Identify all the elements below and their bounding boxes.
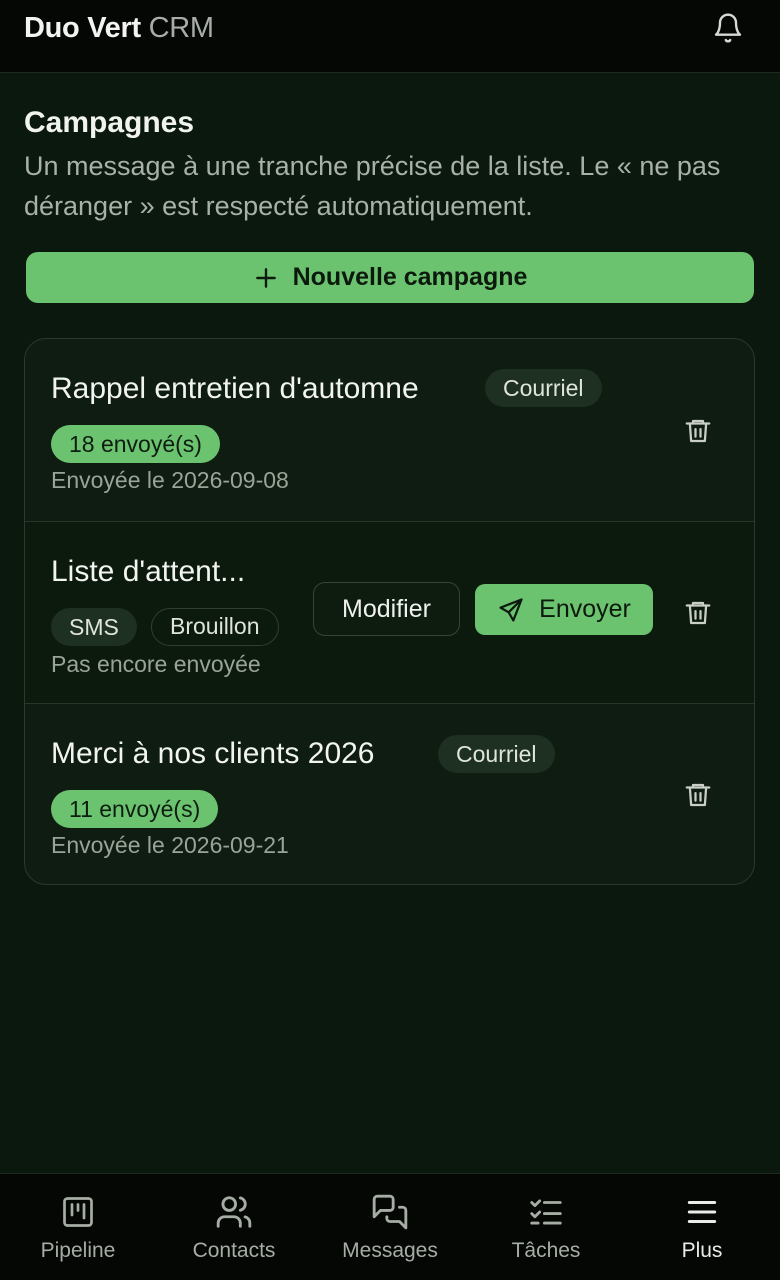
brand-name: Duo Vert [24, 12, 141, 44]
plus-icon [253, 265, 279, 291]
campaign-row[interactable]: Merci à nos clients 2026 Courriel 11 env… [25, 703, 754, 884]
sent-count-badge: 18 envoyé(s) [51, 425, 220, 463]
campaign-list: Rappel entretien d'automne Courriel 18 e… [24, 338, 755, 885]
campaign-status: Envoyée le 2026-09-21 [51, 832, 289, 858]
nav-label: Plus [681, 1239, 723, 1262]
campaign-name: Rappel entretien d'automne [51, 372, 419, 405]
brand-suffix: CRM [148, 12, 214, 44]
nav-label: Tâches [511, 1239, 581, 1262]
new-campaign-button[interactable]: Nouvelle campagne [26, 252, 754, 303]
page-title: Campagnes [24, 106, 195, 139]
campaign-status: Envoyée le 2026-09-08 [51, 467, 289, 493]
kanban-icon [58, 1192, 98, 1232]
nav-label: Pipeline [40, 1239, 116, 1262]
trash-icon [685, 783, 711, 807]
send-campaign-button[interactable]: Envoyer [475, 584, 653, 635]
campaign-name: Merci à nos clients 2026 [51, 737, 375, 770]
bell-icon [714, 13, 742, 43]
campaign-status: Pas encore envoyée [51, 651, 261, 677]
delete-campaign-button[interactable] [681, 596, 715, 630]
nav-item-messages[interactable]: Messages [312, 1174, 468, 1280]
checklist-icon [526, 1192, 566, 1232]
brand-logo: Duo Vert CRM [24, 12, 214, 44]
campaign-row[interactable]: Rappel entretien d'automne Courriel 18 e… [25, 339, 754, 521]
channel-badge: Courriel [485, 369, 602, 407]
users-icon [214, 1192, 254, 1232]
campaign-row[interactable]: Liste d'attent... SMS Brouillon Pas enco… [25, 521, 754, 703]
notifications-button[interactable] [708, 10, 748, 46]
nav-item-taches[interactable]: Tâches [468, 1174, 624, 1280]
delete-campaign-button[interactable] [681, 778, 715, 812]
nav-label: Contacts [192, 1239, 276, 1262]
app-root: Duo Vert CRM Campagnes Un message à une … [0, 0, 780, 1280]
campaign-name: Liste d'attent... [51, 555, 246, 588]
nav-item-pipeline[interactable]: Pipeline [0, 1174, 156, 1280]
nav-item-plus[interactable]: Plus [624, 1174, 780, 1280]
send-icon [499, 597, 523, 622]
draft-badge: Brouillon [151, 608, 279, 646]
nav-label: Messages [342, 1239, 438, 1262]
page-description: Un message à une tranche précise de la l… [24, 151, 721, 221]
menu-icon [682, 1192, 722, 1232]
sent-count-badge: 11 envoyé(s) [51, 790, 219, 828]
chat-icon [370, 1192, 410, 1232]
trash-icon [685, 601, 711, 625]
bottom-nav: Pipeline Contacts Messages Tâches Plus [0, 1173, 780, 1280]
send-label: Envoyer [539, 595, 631, 623]
new-campaign-label: Nouvelle campagne [292, 263, 528, 291]
trash-icon [685, 419, 711, 443]
nav-item-contacts[interactable]: Contacts [156, 1174, 312, 1280]
channel-badge: Courriel [438, 735, 555, 773]
edit-campaign-button[interactable]: Modifier [313, 582, 460, 636]
channel-badge: SMS [51, 608, 137, 646]
delete-campaign-button[interactable] [681, 414, 715, 448]
top-bar: Duo Vert CRM [0, 0, 780, 73]
